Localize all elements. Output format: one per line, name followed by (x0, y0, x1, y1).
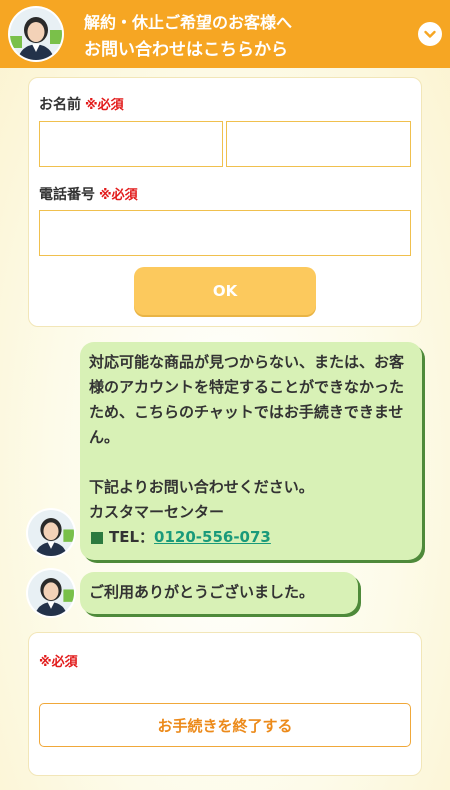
end-required-label: ※必須 (39, 651, 78, 670)
contact-form-card: お名前 ※必須 電話番号 ※必須 OK (28, 77, 422, 327)
header-title-line1: 解約・休止ご希望のお客様へ (84, 13, 293, 32)
phone-input[interactable] (39, 210, 411, 256)
ok-button[interactable]: OK (134, 267, 316, 315)
tel-link[interactable]: 0120-556-073 (154, 525, 271, 550)
operator-avatar (10, 8, 62, 60)
chat-thanks-text: ご利用ありがとうございました。 (89, 583, 315, 601)
tel-prefix: TEL： (109, 528, 155, 546)
chevron-down-icon[interactable] (418, 22, 442, 46)
header-title-line2: お問い合わせはこちらから (84, 40, 288, 60)
phone-required-mark: ※必須 (99, 188, 138, 203)
end-required-mark: ※必須 (39, 655, 78, 670)
operator-avatar (28, 510, 74, 556)
name-required-mark: ※必須 (85, 98, 124, 113)
phone-label: 電話番号 ※必須 (39, 184, 138, 204)
chat-message-text: 対応可能な商品が見つからない、または、お客様のアカウントを特定することができなか… (89, 353, 405, 521)
square-icon (91, 531, 103, 544)
phone-label-text: 電話番号 (39, 187, 95, 203)
last-name-input[interactable] (39, 121, 223, 167)
chat-message-bubble: 対応可能な商品が見つからない、または、お客様のアカウントを特定することができなか… (80, 342, 422, 560)
end-procedure-button[interactable]: お手続きを終了する (39, 703, 411, 747)
name-label-text: お名前 (39, 97, 81, 113)
operator-avatar (28, 570, 74, 616)
name-label: お名前 ※必須 (39, 94, 124, 114)
header-bar[interactable]: 解約・休止ご希望のお客様へ お問い合わせはこちらから (0, 0, 450, 68)
tel-row: TEL： 0120-556-073 (89, 525, 414, 550)
chat-thanks-bubble: ご利用ありがとうございました。 (80, 572, 358, 614)
end-procedure-card: ※必須 お手続きを終了する (28, 632, 422, 776)
first-name-input[interactable] (226, 121, 411, 167)
